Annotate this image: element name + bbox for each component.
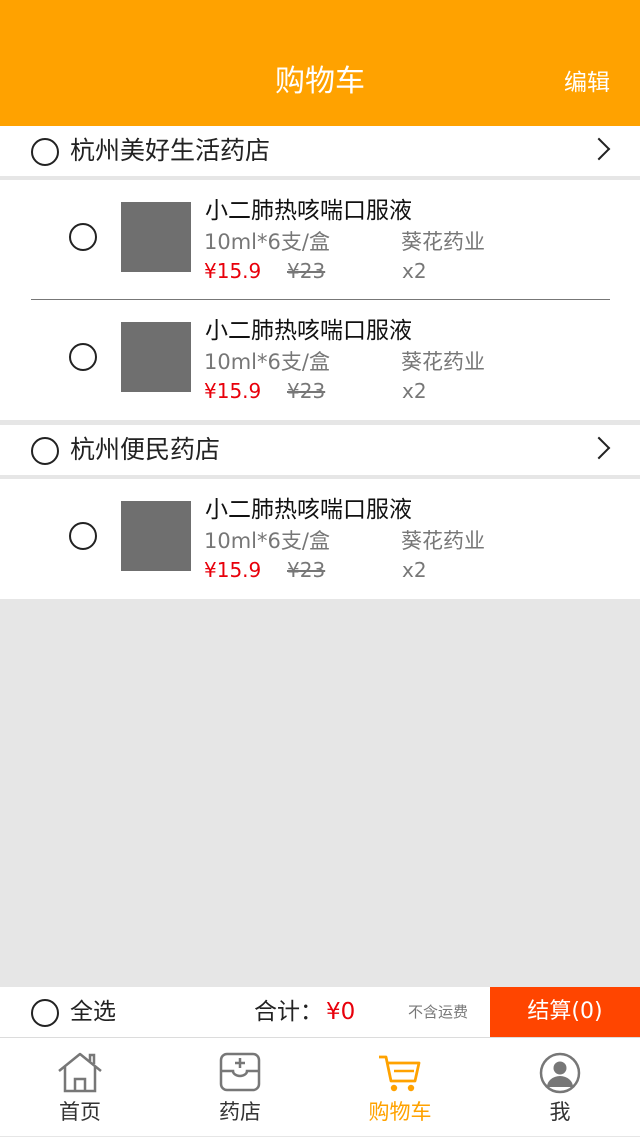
- tab-pharmacy[interactable]: 药店: [160, 1038, 320, 1137]
- product-image[interactable]: [121, 322, 191, 392]
- tab-home[interactable]: 首页: [0, 1038, 160, 1137]
- product-original-price: ¥23: [287, 558, 326, 582]
- store-header[interactable]: 杭州美好生活药店: [0, 126, 640, 176]
- shipping-note: 不含运费: [408, 1003, 469, 1021]
- product-price: ¥15.9: [204, 259, 262, 283]
- product-spec: 10ml*6支/盒: [204, 350, 330, 374]
- total-value: ¥0: [326, 999, 356, 1025]
- product-original-price: ¥23: [287, 259, 326, 283]
- item-select-radio[interactable]: [69, 343, 97, 371]
- store-name: 杭州美好生活药店: [70, 136, 271, 165]
- product-name[interactable]: 小二肺热咳喘口服液: [205, 494, 412, 526]
- product-quantity: x2: [402, 558, 427, 582]
- tab-label: 购物车: [368, 1100, 432, 1124]
- product-maker: 葵花药业: [401, 529, 485, 553]
- checkout-bar: 全选 合计： ¥0 不含运费 结算(0): [0, 987, 640, 1037]
- select-all-radio[interactable]: [31, 999, 59, 1027]
- tab-profile[interactable]: 我: [480, 1038, 640, 1137]
- select-all-label[interactable]: 全选: [70, 994, 116, 1030]
- tab-label: 药店: [219, 1100, 261, 1124]
- total-label: 合计：: [254, 999, 323, 1025]
- cart-item: 小二肺热咳喘口服液 10ml*6支/盒 葵花药业 ¥15.9 ¥23 x2: [0, 180, 640, 300]
- product-price: ¥15.9: [204, 558, 262, 582]
- profile-icon: [539, 1052, 581, 1094]
- tab-cart[interactable]: 购物车: [320, 1038, 480, 1137]
- page-title: 购物车: [275, 64, 365, 99]
- store-header[interactable]: 杭州便民药店: [0, 425, 640, 475]
- pharmacy-icon: [219, 1052, 261, 1092]
- product-name[interactable]: 小二肺热咳喘口服液: [205, 315, 412, 347]
- cart-icon: [379, 1055, 421, 1092]
- item-select-radio[interactable]: [69, 522, 97, 550]
- product-name[interactable]: 小二肺热咳喘口服液: [205, 195, 412, 227]
- cart-item: 小二肺热咳喘口服液 10ml*6支/盒 葵花药业 ¥15.9 ¥23 x2: [0, 479, 640, 599]
- store-select-radio[interactable]: [31, 437, 59, 465]
- store-select-radio[interactable]: [31, 138, 59, 166]
- checkout-button[interactable]: 结算(0): [490, 987, 640, 1037]
- chevron-right-icon[interactable]: [587, 436, 611, 460]
- product-quantity: x2: [402, 259, 427, 283]
- cart-item: 小二肺热咳喘口服液 10ml*6支/盒 葵花药业 ¥15.9 ¥23 x2: [0, 300, 640, 420]
- product-maker: 葵花药业: [401, 230, 485, 254]
- product-quantity: x2: [402, 379, 427, 403]
- product-spec: 10ml*6支/盒: [204, 529, 330, 553]
- product-maker: 葵花药业: [401, 350, 485, 374]
- store-name: 杭州便民药店: [70, 435, 221, 464]
- bottom-tab-bar: 首页 药店 购物车 我: [0, 1037, 640, 1136]
- edit-button[interactable]: 编辑: [564, 66, 610, 100]
- product-original-price: ¥23: [287, 379, 326, 403]
- chevron-right-icon[interactable]: [587, 137, 611, 161]
- item-select-radio[interactable]: [69, 223, 97, 251]
- home-icon: [58, 1052, 102, 1093]
- top-bar: 购物车 编辑: [0, 0, 640, 126]
- tab-label: 首页: [59, 1100, 101, 1124]
- product-image[interactable]: [121, 501, 191, 571]
- tab-label: 我: [549, 1100, 571, 1124]
- product-price: ¥15.9: [204, 379, 262, 403]
- product-spec: 10ml*6支/盒: [204, 230, 330, 254]
- product-image[interactable]: [121, 202, 191, 272]
